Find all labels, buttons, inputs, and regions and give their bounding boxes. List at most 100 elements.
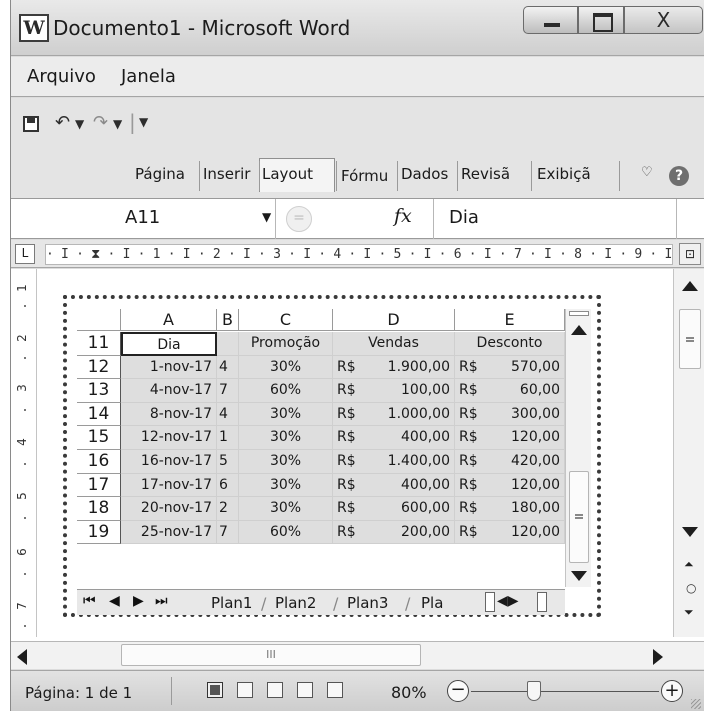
column-header-d[interactable]: D	[333, 309, 455, 331]
column-header-e[interactable]: E	[455, 309, 565, 331]
next-sheet-icon[interactable]: ▶	[133, 593, 144, 609]
tab-dados[interactable]: Dados	[401, 165, 451, 183]
cell-d[interactable]: R$ 400,00	[333, 426, 455, 450]
chevron-down-icon[interactable]: ▼	[262, 210, 271, 224]
tab-inserir[interactable]: Inserir	[203, 165, 253, 183]
document-area[interactable]: 1 2 3 4 5 6 7 A B C D E 11 Dia Promoção Vendas De…	[11, 269, 704, 641]
tab-formulas[interactable]: Fórmu	[341, 167, 391, 185]
cell-c[interactable]: 60%	[239, 379, 333, 403]
last-sheet-icon[interactable]: ⏭	[155, 593, 168, 609]
title-bar[interactable]: W Documento1 - Microsoft Word X	[11, 0, 704, 56]
cell-e[interactable]: R$ 420,00	[455, 450, 565, 474]
tab-pagina[interactable]: Página	[135, 165, 188, 183]
customize-qat-icon[interactable]: ▼	[139, 115, 148, 129]
column-header-a[interactable]: A	[121, 309, 217, 331]
minimize-button[interactable]	[523, 6, 578, 34]
scroll-thumb[interactable]	[569, 471, 589, 563]
column-header-c[interactable]: C	[239, 309, 333, 331]
cell-a[interactable]: 1-nov-17	[121, 355, 217, 380]
cell-b[interactable]: 4	[217, 355, 239, 380]
undo-dropdown-icon[interactable]: ▼	[75, 117, 84, 131]
formula-input[interactable]: Dia	[449, 207, 479, 228]
cell-b[interactable]: 7	[217, 379, 239, 403]
scroll-up-icon[interactable]	[571, 325, 587, 335]
cell-c[interactable]: 30%	[239, 426, 333, 450]
full-screen-reading-view-icon[interactable]	[237, 682, 253, 698]
help-icon[interactable]: ?	[669, 166, 689, 186]
scroll-up-icon[interactable]	[682, 281, 698, 291]
tab-split-box[interactable]	[485, 592, 495, 612]
cell-e[interactable]: Desconto	[455, 332, 565, 356]
scroll-down-icon[interactable]	[571, 571, 587, 581]
row-header[interactable]: 17	[77, 473, 121, 498]
cell-d[interactable]: Vendas	[333, 332, 455, 356]
menu-janela[interactable]: Janela	[121, 66, 176, 87]
horizontal-ruler[interactable]: · I · ⧗ · I · 1 · I · 2 · I · 3 · I · 4 …	[45, 244, 673, 265]
outline-view-icon[interactable]	[297, 682, 313, 698]
cell-e[interactable]: R$ 120,00	[455, 426, 565, 450]
cell-d[interactable]: R$ 1.000,00	[333, 402, 455, 427]
sheet-tab-plan2[interactable]: Plan2	[275, 594, 316, 612]
draft-view-icon[interactable]	[327, 682, 343, 698]
tab-revisao[interactable]: Revisã	[461, 165, 513, 183]
insert-function-icon[interactable]: fx	[394, 205, 412, 227]
row-header[interactable]: 14	[77, 402, 121, 427]
minimize-ribbon-icon[interactable]: ♡	[641, 165, 653, 180]
document-horizontal-scrollbar[interactable]: III	[11, 641, 704, 669]
cell-b[interactable]	[217, 332, 239, 356]
prev-sheet-icon[interactable]: ◀	[109, 593, 120, 609]
zoom-slider-track[interactable]	[471, 691, 659, 692]
cell-d[interactable]: R$ 200,00	[333, 520, 455, 545]
maximize-button[interactable]	[578, 6, 624, 34]
web-layout-view-icon[interactable]	[267, 682, 283, 698]
cell-d[interactable]: R$ 1.400,00	[333, 450, 455, 474]
cell-c[interactable]: 30%	[239, 355, 333, 380]
worksheet-vertical-scrollbar[interactable]	[565, 309, 591, 587]
zoom-level[interactable]: 80%	[391, 683, 427, 702]
first-sheet-icon[interactable]: ⏮	[83, 593, 96, 609]
cell-c[interactable]: Promoção	[239, 332, 333, 356]
word-app-icon[interactable]: W	[19, 14, 49, 42]
cell-a[interactable]: 20-nov-17	[121, 497, 217, 521]
cell-c[interactable]: 60%	[239, 520, 333, 545]
cell-b[interactable]: 7	[217, 520, 239, 545]
select-all-corner[interactable]	[77, 309, 121, 331]
name-box[interactable]: A11 ▼	[11, 199, 276, 239]
vertical-ruler[interactable]: 1 2 3 4 5 6 7	[15, 269, 37, 637]
cell-d[interactable]: R$ 100,00	[333, 379, 455, 403]
view-ruler-icon[interactable]: ⊡	[679, 243, 701, 265]
menu-arquivo[interactable]: Arquivo	[27, 66, 96, 87]
cell-d[interactable]: R$ 600,00	[333, 497, 455, 521]
redo-icon[interactable]: ↷	[93, 112, 108, 133]
cell-b[interactable]: 2	[217, 497, 239, 521]
embedded-worksheet[interactable]: A B C D E 11 Dia Promoção Vendas Desconto 12 1-nov-…	[63, 295, 601, 617]
tab-exibicao[interactable]: Exibiçã	[537, 165, 594, 183]
cell-c[interactable]: 30%	[239, 402, 333, 427]
undo-icon[interactable]: ↶	[55, 112, 70, 133]
cell-a[interactable]: 25-nov-17	[121, 520, 217, 545]
cancel-entry-icon[interactable]: =	[286, 206, 312, 232]
sheet-tab-plan1[interactable]: Plan1	[211, 594, 252, 612]
cell-e[interactable]: R$ 570,00	[455, 355, 565, 380]
cell-a[interactable]: 17-nov-17	[121, 473, 217, 498]
row-header[interactable]: 18	[77, 497, 121, 521]
horizontal-scroll-box[interactable]	[537, 592, 547, 612]
document-vertical-scrollbar[interactable]: ⏶ ○ ⏷	[673, 269, 704, 637]
previous-page-icon[interactable]: ⏶	[684, 557, 694, 572]
cell-d[interactable]: R$ 400,00	[333, 473, 455, 498]
scroll-thumb[interactable]: III	[121, 644, 421, 666]
browse-object-icon[interactable]: ○	[686, 581, 696, 595]
scroll-thumb[interactable]	[679, 309, 701, 369]
redo-dropdown-icon[interactable]: ▼	[113, 117, 122, 131]
print-layout-view-icon[interactable]	[207, 682, 223, 698]
page-count-status[interactable]: Página: 1 de 1	[25, 684, 132, 702]
cell-e[interactable]: R$ 120,00	[455, 520, 565, 545]
cell-c[interactable]: 30%	[239, 497, 333, 521]
cell-c[interactable]: 30%	[239, 450, 333, 474]
row-header[interactable]: 12	[77, 355, 121, 380]
row-header[interactable]: 13	[77, 379, 121, 403]
worksheet-grid[interactable]: A B C D E 11 Dia Promoção Vendas Desconto 12 1-nov-…	[67, 299, 597, 585]
cell-a[interactable]: 8-nov-17	[121, 402, 217, 427]
scroll-left-icon[interactable]	[17, 649, 27, 665]
cell-e[interactable]: R$ 60,00	[455, 379, 565, 403]
